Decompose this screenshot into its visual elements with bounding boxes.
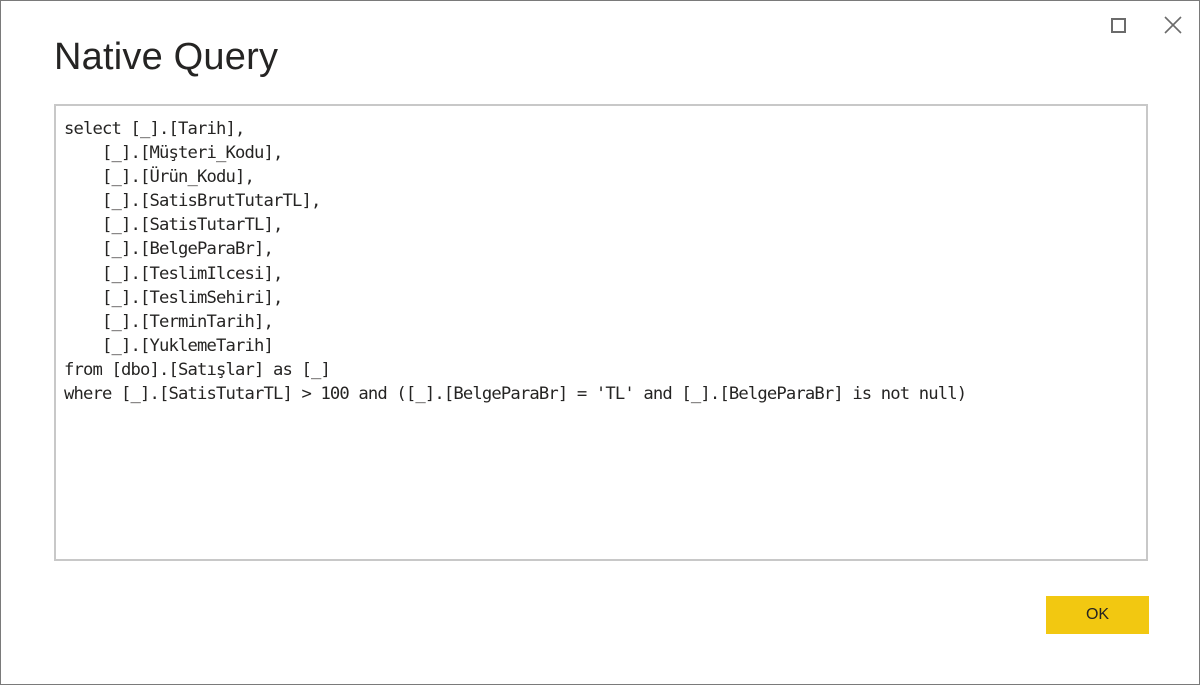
- query-line: [_].[SatisBrutTutarTL],: [64, 191, 321, 212]
- close-icon: [1164, 16, 1182, 34]
- native-query-dialog: Native Query select [_].[Tarih], [_].[Mü…: [0, 0, 1200, 685]
- query-textbox[interactable]: select [_].[Tarih], [_].[Müşteri_Kodu], …: [54, 104, 1148, 561]
- query-text[interactable]: select [_].[Tarih], [_].[Müşteri_Kodu], …: [56, 106, 1146, 406]
- ok-button[interactable]: OK: [1046, 596, 1149, 634]
- dialog-title: Native Query: [54, 36, 279, 78]
- maximize-icon: [1110, 17, 1126, 33]
- query-line: select [_].[Tarih],: [64, 119, 245, 139]
- query-line: from [dbo].[Satışlar] as [_]: [64, 359, 331, 380]
- maximize-button[interactable]: [1103, 11, 1133, 39]
- close-button[interactable]: [1158, 11, 1188, 39]
- query-line: where [_].[SatisTutarTL] > 100 and ([_].…: [64, 384, 967, 405]
- query-line: [_].[TeslimIlcesi],: [64, 263, 283, 284]
- query-line: [_].[BelgeParaBr],: [64, 239, 274, 260]
- query-line: [_].[SatisTutarTL],: [64, 215, 283, 236]
- query-line: [_].[TeslimSehiri],: [64, 287, 283, 308]
- query-line: [_].[YuklemeTarih]: [64, 335, 274, 356]
- query-line: [_].[Ürün_Kodu],: [64, 167, 255, 188]
- query-line: [_].[TerminTarih],: [64, 311, 274, 332]
- query-line: [_].[Müşteri_Kodu],: [64, 143, 283, 164]
